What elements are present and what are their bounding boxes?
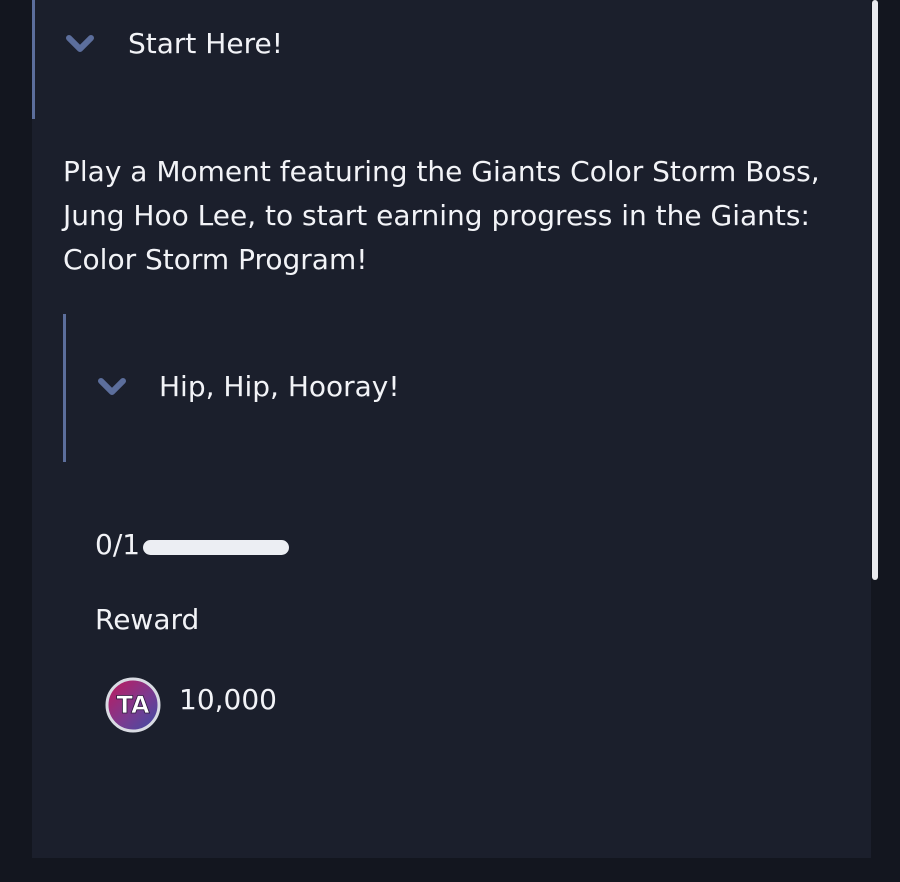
page: Start Here! Play a Moment featuring the … (0, 0, 900, 882)
chevron-down-icon[interactable] (65, 34, 95, 54)
section-description: Play a Moment featuring the Giants Color… (63, 155, 820, 276)
section-title[interactable]: Start Here! (128, 30, 283, 58)
section-indicator-bar (32, 0, 35, 119)
task-indicator-bar (63, 314, 66, 462)
task-title[interactable]: Hip, Hip, Hooray! (159, 373, 400, 401)
progress-count: 0/1 (95, 528, 141, 561)
scrollbar[interactable] (872, 0, 878, 580)
svg-text:TA: TA (116, 691, 150, 719)
reward-heading: Reward (95, 603, 200, 636)
chevron-down-icon[interactable] (97, 377, 127, 397)
progress-bar (143, 540, 289, 555)
ta-coin-icon: TA (105, 677, 161, 733)
reward-amount: 10,000 (179, 683, 277, 716)
